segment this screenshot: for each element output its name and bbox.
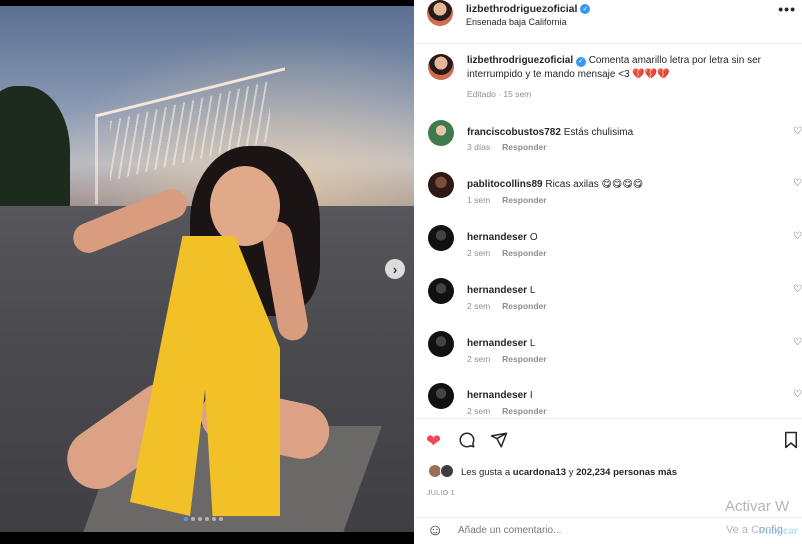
comment-body: hernandeser O [467,231,787,245]
carousel-dot [198,517,202,521]
caption-body: lizbethrodriguezoficial ✓ Comenta amaril… [467,54,787,82]
reply-button[interactable]: Responder [502,406,546,416]
caption-username[interactable]: lizbethrodriguezoficial [467,55,573,66]
chevron-right-icon: › [392,261,398,277]
comment-username[interactable]: pablitocollins89 [467,179,543,190]
photo-subject [55,146,335,526]
carousel-next-button[interactable]: › [385,259,405,279]
comment-avatar[interactable] [428,120,454,146]
comment-meta: 2 sem Responder [467,354,547,364]
likes-count[interactable]: 202,234 personas más [576,467,677,478]
post-location[interactable]: Ensenada baja California [466,17,567,27]
comment-age[interactable]: 1 sem [467,195,490,205]
comment-age[interactable]: 2 sem [467,248,490,258]
comment-body: hernandeser L [467,284,787,298]
windows-activation-watermark: Activar W [725,498,790,515]
comment-username[interactable]: hernandeser [467,390,527,401]
reply-button[interactable]: Responder [502,195,546,205]
comment-button[interactable] [458,431,476,453]
comment-text: Estás chulisima [563,127,634,138]
post-header: lizbethrodriguezoficial ✓ Ensenada baja … [414,0,802,44]
comment-age[interactable]: 2 sem [467,406,490,416]
comment-text: O [529,232,538,243]
caption-avatar[interactable] [428,54,454,80]
share-button[interactable] [490,431,508,453]
more-options-button[interactable]: ••• [778,1,796,17]
liker-avatar[interactable] [440,464,454,478]
subject-face [210,166,280,246]
comment-avatar[interactable] [428,172,454,198]
reply-button[interactable]: Responder [502,354,546,364]
comment-meta: 2 sem Responder [467,406,547,416]
comment-like-icon[interactable]: ♡ [793,126,802,137]
comment-avatar[interactable] [428,225,454,251]
carousel-dot [184,517,188,521]
reply-button[interactable]: Responder [502,301,546,311]
author-avatar[interactable] [427,0,453,26]
comment-body: hernandeser L [467,337,787,351]
carousel-dot [191,517,195,521]
reply-button[interactable]: Responder [502,248,546,258]
comment-like-icon[interactable]: ♡ [793,337,802,348]
more-horizontal-icon: ••• [778,1,796,17]
post-date[interactable]: JULIO 1 [427,490,455,497]
comment-body: pablitocollins89 Ricas axilas 😋😋😋😋 [467,178,787,192]
comment-text: L [529,285,536,296]
comment-username[interactable]: hernandeser [467,285,527,296]
verified-badge-icon: ✓ [580,4,591,14]
carousel-dot [212,517,216,521]
emoji-icon: ☺ [427,522,444,539]
caption: lizbethrodriguezoficial ✓ Comenta amaril… [414,54,802,124]
caption-meta-text: Editado · 15 sem [467,89,532,99]
subject-arm-left [68,184,192,258]
comment-like-icon[interactable]: ♡ [793,389,802,400]
like-button[interactable]: ❤ [426,431,441,451]
author-username-row[interactable]: lizbethrodriguezoficial ✓ [466,3,591,15]
carousel-indicator [184,517,223,521]
comment-text: I [529,390,533,401]
comment-like-icon[interactable]: ♡ [793,178,802,189]
comment-username[interactable]: hernandeser [467,232,527,243]
comment-like-icon[interactable]: ♡ [793,284,802,295]
comment-icon [459,432,475,448]
bookmark-icon [785,431,797,449]
comment-meta: 1 sem Responder [467,195,547,205]
comment-meta: 3 días Responder [467,142,547,152]
comment-body: hernandeser I [467,389,787,403]
comment-age[interactable]: 2 sem [467,301,490,311]
comment-age[interactable]: 3 días [467,142,490,152]
comment-like-icon[interactable]: ♡ [793,231,802,242]
heart-filled-icon: ❤ [426,431,442,451]
comment-avatar[interactable] [428,278,454,304]
comment-username[interactable]: hernandeser [467,338,527,349]
comment-avatar[interactable] [428,331,454,357]
comment-avatar[interactable] [428,383,454,409]
comment-input[interactable] [458,525,708,536]
likes-prefix: Les gusta a [461,467,511,478]
comment-body: franciscobustos782 Estás chulisima [467,126,787,140]
author-username[interactable]: lizbethrodriguezoficial [466,3,577,15]
likes-first-user[interactable]: ucardona13 [513,467,566,478]
comment-text: Ricas axilas 😋😋😋😋 [545,179,644,190]
post-photo[interactable] [0,6,414,532]
carousel-dot [205,517,209,521]
save-button[interactable] [783,431,799,453]
emoji-button[interactable]: ☺ [427,522,443,540]
comments-list[interactable]: lizbethrodriguezoficial ✓ Comenta amaril… [414,44,802,418]
likes-middle: y [568,467,574,478]
comment-username[interactable]: franciscobustos782 [467,127,561,138]
send-icon [490,432,508,448]
comment-age[interactable]: 2 sem [467,354,490,364]
comment-meta: 2 sem Responder [467,301,547,311]
post-sidebar: lizbethrodriguezoficial ✓ Ensenada baja … [414,0,802,544]
post-media[interactable]: › [0,0,414,544]
caption-meta: Editado · 15 sem [467,89,531,99]
verified-badge-icon: ✓ [575,57,586,67]
comment-text: L [529,338,536,349]
windows-activation-subtext: Ve a Config [726,524,783,536]
comment-meta: 2 sem Responder [467,248,547,258]
carousel-dot [219,517,223,521]
reply-button[interactable]: Responder [502,142,546,152]
likes-summary[interactable]: Les gusta a ucardona13 y 202,234 persona… [461,467,677,478]
